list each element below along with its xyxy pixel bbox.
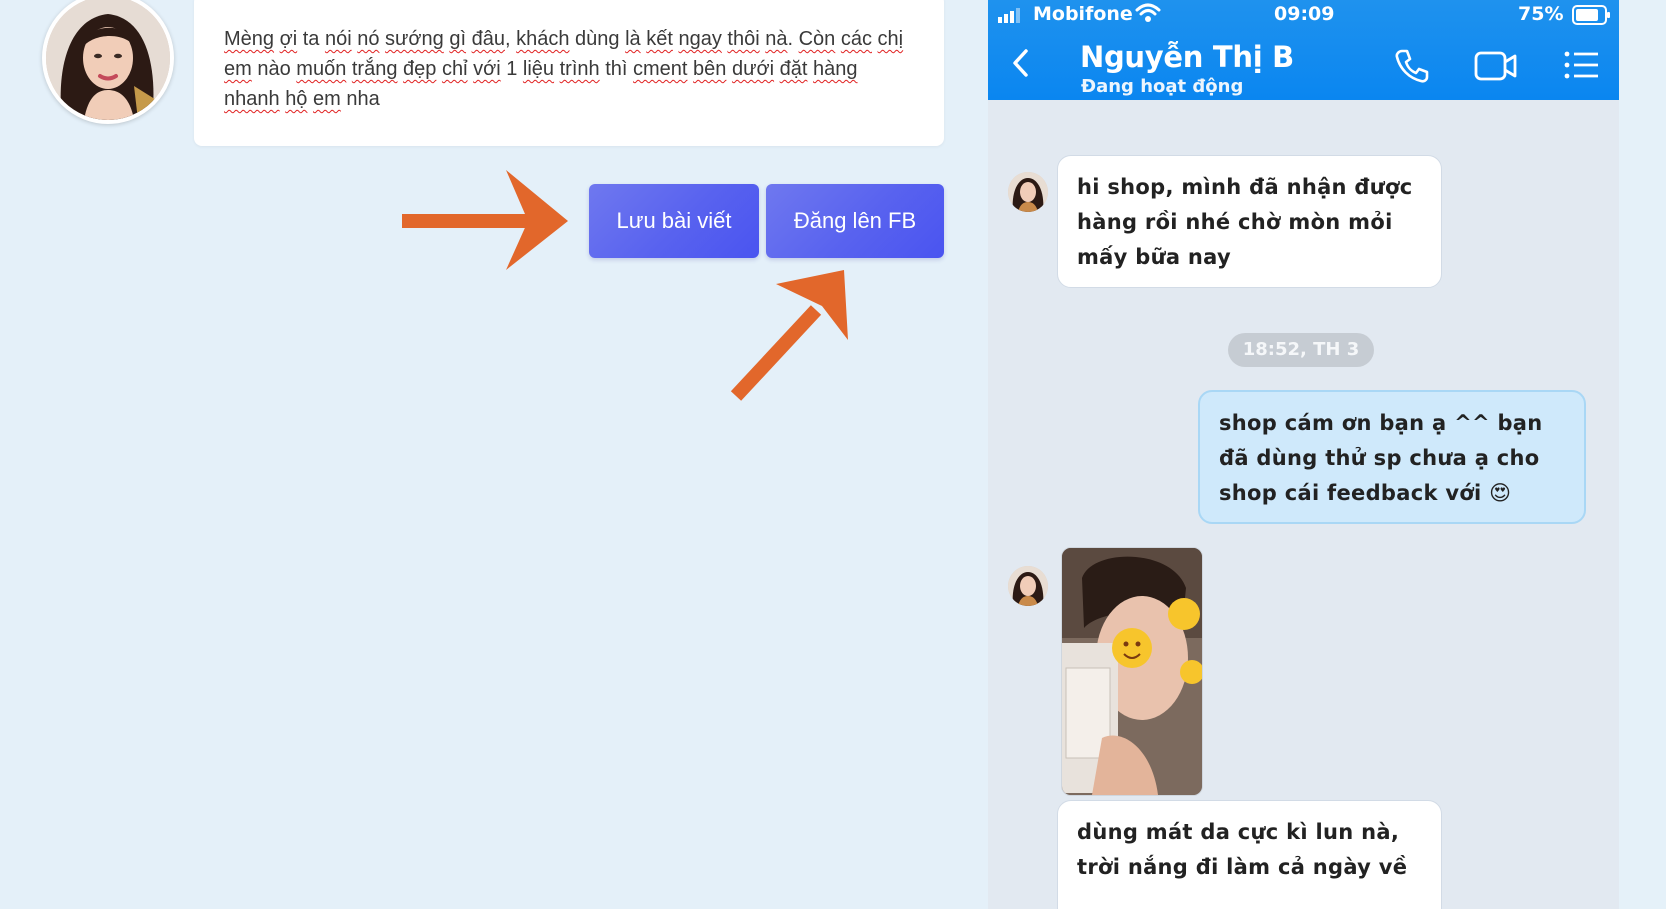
misspelled-word: bên [693,58,727,80]
misspelled-word: em [224,58,252,80]
wifi-icon [1135,2,1161,29]
video-call-icon[interactable] [1474,50,1518,87]
misspelled-word: trắng [351,58,398,80]
misspelled-word: nà [765,28,788,50]
misspelled-word: em [313,88,341,110]
save-post-button[interactable]: Lưu bài viết [589,184,759,258]
message-incoming: hi shop, mình đã nhận được hàng rồi nhé … [1057,155,1442,288]
battery-percent: 75% [1518,3,1564,25]
misspelled-word: chỉ [441,58,468,80]
phone-status-bar: Mobifone 09:09 75% [988,2,1619,28]
misspelled-word: dưới [731,58,775,80]
misspelled-word: đặt [779,58,808,80]
time-divider: 18:52, TH 3 [1228,333,1374,367]
screen: Mèng ợi ta nói nó sướng gì đâu, khách dù… [0,0,1666,909]
contact-avatar [1008,566,1048,606]
arrow-to-post-icon [730,270,848,401]
clock: 09:09 [1274,3,1335,25]
selfie-photo-icon [1062,548,1202,795]
misspelled-word: kết [646,28,673,50]
contact-status: Đang hoạt động [1081,76,1244,97]
battery-icon [1572,5,1612,30]
misspelled-word: nó [357,28,380,50]
misspelled-word: khách [516,28,570,50]
misspelled-word: Mèng [224,28,275,50]
back-icon[interactable] [1010,48,1032,83]
misspelled-word: chị [877,28,904,50]
signal-icon [998,6,1026,29]
phone-call-icon[interactable] [1394,48,1430,89]
misspelled-word: liệu [522,58,555,80]
misspelled-word: nhanh [224,88,280,110]
misspelled-word: đâu [471,28,505,50]
post-word: nha [340,88,380,110]
misspelled-word: Còn [798,28,836,50]
post-word: thì [599,58,634,80]
misspelled-word: ngay [678,28,722,50]
misspelled-word: đẹp [403,58,437,80]
message-photo[interactable] [1061,547,1203,796]
mini-avatar-portrait-icon [1008,566,1048,606]
misspelled-word: hàng [813,58,858,80]
chat-screenshot: Mobifone 09:09 75% Nguyễn Thị B Đang hoạ… [988,0,1619,909]
misspelled-word: gì [449,28,467,50]
misspelled-word: với [473,58,501,80]
message-incoming: dùng mát da cực kì lun nà, trời nắng đi … [1057,800,1442,909]
page-edge [1619,0,1666,909]
misspelled-word: muốn [296,58,347,80]
misspelled-word: nói [324,28,352,50]
misspelled-word: hộ [285,88,308,110]
post-to-fb-button[interactable]: Đăng lên FB [766,184,944,258]
misspelled-word: trình [559,58,600,80]
avatar-portrait-icon [46,0,170,120]
contact-avatar [1008,172,1048,212]
post-word: , [504,28,517,50]
mini-avatar-portrait-icon [1008,172,1048,212]
misspelled-word: sướng [385,28,444,50]
misspelled-word: thôi [727,28,760,50]
misspelled-word: ợi [279,28,298,50]
carrier-name: Mobifone [1033,3,1133,25]
misspelled-word: các [840,28,872,50]
list-menu-icon[interactable] [1564,50,1600,85]
post-word: . [787,28,799,50]
post-content-card[interactable]: Mèng ợi ta nói nó sướng gì đâu, khách dù… [194,0,944,146]
misspelled-word: là [625,28,641,50]
post-word: nào [251,58,297,80]
post-word: 1 [500,58,523,80]
author-avatar [42,0,174,124]
post-text[interactable]: Mèng ợi ta nói nó sướng gì đâu, khách dù… [224,24,914,114]
chat-header: Mobifone 09:09 75% Nguyễn Thị B Đang hoạ… [988,0,1619,100]
post-word: dùng [569,28,626,50]
arrow-to-save-icon [402,170,568,270]
contact-name: Nguyễn Thị B [1080,40,1294,74]
post-word: ta [297,28,325,50]
misspelled-word: cment [633,58,688,80]
message-outgoing: shop cám ơn bạn ạ ^^ bạn đã dùng thử sp … [1198,390,1586,524]
